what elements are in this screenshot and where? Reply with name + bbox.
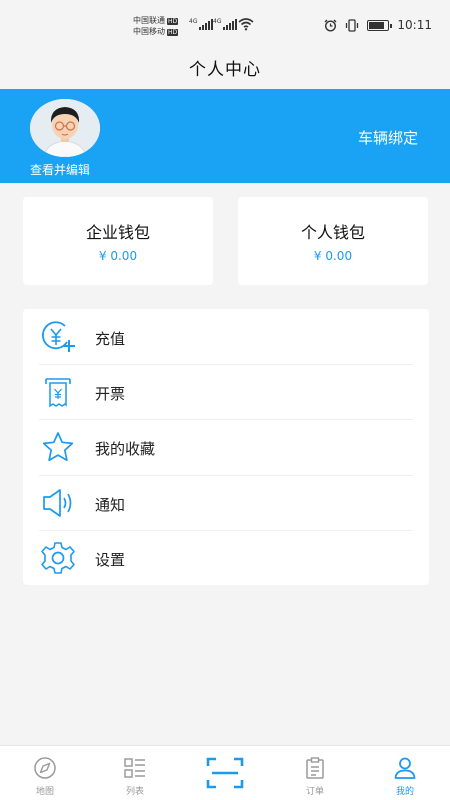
wallet-title: 个人钱包 xyxy=(300,223,365,242)
recharge-icon xyxy=(42,321,75,352)
star-icon xyxy=(42,432,74,462)
bind-vehicle-button[interactable]: 车辆绑定 xyxy=(358,127,418,148)
menu-item-notifications[interactable]: 通知 xyxy=(23,474,429,530)
compass-icon xyxy=(34,757,56,779)
enterprise-wallet-card[interactable]: 企业钱包 ¥ 0.00 xyxy=(23,197,213,285)
tab-mine[interactable]: 我的 xyxy=(360,746,450,800)
clock: 10:11 xyxy=(397,18,432,32)
signal-icon: 4G xyxy=(189,18,214,30)
tab-label: 订单 xyxy=(305,787,324,797)
bottom-tab-bar: 地图 列表 订单 我的 xyxy=(0,745,450,800)
tab-scan[interactable] xyxy=(180,746,270,800)
tab-label: 我的 xyxy=(395,787,414,797)
menu-item-settings[interactable]: 设置 xyxy=(23,529,429,585)
carrier-info: 中国联通 HD 中国移动 HD xyxy=(133,15,179,37)
speaker-icon xyxy=(43,488,72,517)
hd-badge: HD xyxy=(167,18,179,25)
tab-list[interactable]: 列表 xyxy=(90,746,180,800)
carrier-2: 中国移动 xyxy=(133,27,165,36)
wallet-balance: ¥ 0.00 xyxy=(313,249,353,263)
gear-icon xyxy=(41,541,75,574)
menu-item-recharge[interactable]: 充值 xyxy=(23,309,429,364)
wifi-icon xyxy=(238,18,254,31)
menu-item-label: 通知 xyxy=(95,495,126,514)
page-title: 个人中心 xyxy=(189,60,261,80)
invoice-icon xyxy=(45,378,71,408)
hd-badge: HD xyxy=(167,29,179,36)
menu-item-label: 我的收藏 xyxy=(95,440,156,459)
network-type: 4G xyxy=(189,18,198,25)
carrier-1: 中国联通 xyxy=(133,16,165,25)
battery-icon xyxy=(367,19,393,31)
tab-map[interactable]: 地图 xyxy=(0,746,90,800)
menu-item-label: 设置 xyxy=(95,550,126,569)
profile-header: 查看并编辑 车辆绑定 xyxy=(0,89,450,183)
tab-label: 地图 xyxy=(35,787,54,797)
vibrate-icon xyxy=(346,18,359,32)
wallet-balance: ¥ 0.00 xyxy=(98,249,138,263)
alarm-icon xyxy=(324,19,337,32)
scan-icon xyxy=(206,757,244,789)
menu-list: 充值 开票 我的收藏 通知 设置 xyxy=(23,309,429,585)
menu-item-invoice[interactable]: 开票 xyxy=(23,364,429,419)
signal-icon: 4G xyxy=(213,18,238,30)
menu-item-label: 开票 xyxy=(95,385,126,404)
avatar-image xyxy=(30,99,100,157)
menu-item-favorites[interactable]: 我的收藏 xyxy=(23,419,429,474)
tab-label: 列表 xyxy=(125,787,144,797)
person-icon xyxy=(394,757,416,779)
tab-orders[interactable]: 订单 xyxy=(270,746,360,800)
personal-wallet-card[interactable]: 个人钱包 ¥ 0.00 xyxy=(238,197,428,285)
status-bar: 中国联通 HD 中国移动 HD 4G 4G 10:11 xyxy=(0,0,450,50)
view-edit-profile-link[interactable]: 查看并编辑 xyxy=(30,161,90,178)
network-type: 4G xyxy=(213,18,222,25)
clipboard-icon xyxy=(306,757,324,779)
wallet-title: 企业钱包 xyxy=(85,223,150,242)
menu-item-label: 充值 xyxy=(95,330,126,348)
avatar[interactable] xyxy=(30,99,100,157)
list-icon xyxy=(124,758,145,778)
